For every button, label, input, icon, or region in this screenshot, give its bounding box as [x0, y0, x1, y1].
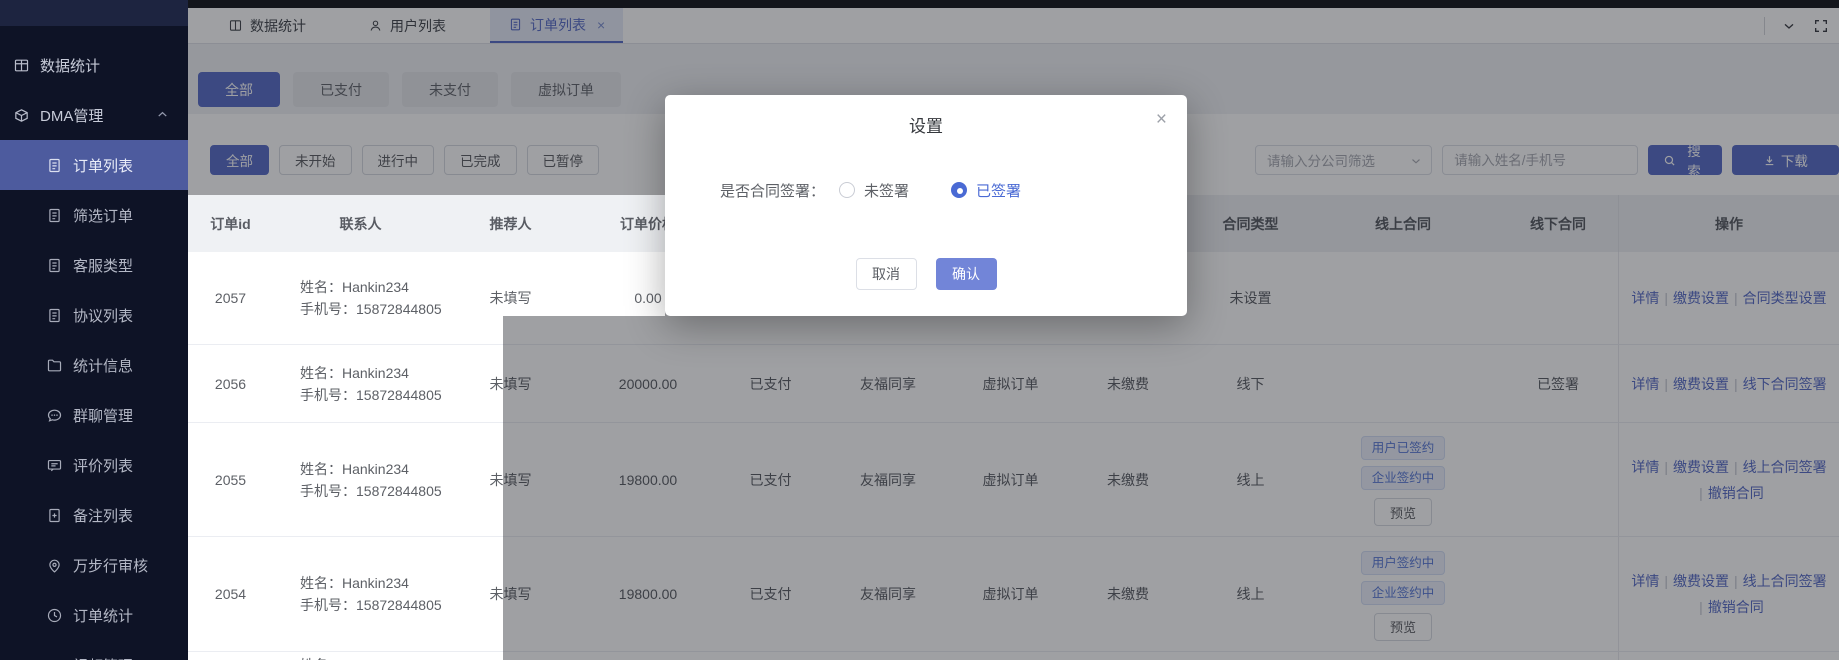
sidebar-item-label: DMA管理 [40, 105, 103, 126]
contract-signed-field-label: 是否合同签署： [720, 180, 825, 201]
cell-id: 2054 [188, 537, 273, 651]
sidebar-item-筛选订单[interactable]: 筛选订单 [0, 190, 188, 240]
sidebar-nav: 数据统计 DMA管理订单列表筛选订单客服类型协议列表统计信息群聊管理评价列表备注列… [0, 40, 188, 660]
sidebar-item-label: 视频管理 [73, 655, 133, 660]
cell-id [188, 652, 273, 660]
sidebar-item-评价列表[interactable]: 评价列表 [0, 440, 188, 490]
cancel-button[interactable]: 取消 [856, 258, 917, 290]
radio-option-label: 已签署 [976, 180, 1021, 201]
sidebar-item-label: 统计信息 [73, 355, 133, 376]
clock-icon [46, 607, 63, 624]
sidebar-item-DMA管理[interactable]: DMA管理 [0, 90, 188, 140]
comment-icon [46, 457, 63, 474]
sidebar-item-视频管理[interactable]: 视频管理 [0, 640, 188, 660]
dialog-form-row: 是否合同签署： 未签署 已签署 [720, 175, 1021, 205]
sidebar-item-订单列表[interactable]: 订单列表 [0, 140, 188, 190]
grid-icon [13, 57, 30, 74]
close-icon[interactable]: × [1156, 110, 1167, 129]
cell-contact: 姓名：Hankin234手机号：15872844805 [273, 345, 448, 422]
sidebar-item-label: 群聊管理 [73, 405, 133, 426]
sidebar-item-客服类型[interactable]: 客服类型 [0, 240, 188, 290]
cell-id: 2057 [188, 252, 273, 344]
sidebar-logo-strip [0, 0, 188, 26]
sidebar-item-label: 订单列表 [73, 155, 133, 176]
sidebar-item-label: 协议列表 [73, 305, 133, 326]
sidebar-item-群聊管理[interactable]: 群聊管理 [0, 390, 188, 440]
sidebar-item-label: 客服类型 [73, 255, 133, 276]
contact-name: 姓名：Hankin234 [300, 276, 450, 298]
cell-contact: 姓名：Hankin234 [273, 652, 448, 660]
contact-phone: 手机号：15872844805 [300, 480, 450, 502]
sidebar-spacer [0, 26, 188, 40]
sidebar-item-label: 筛选订单 [73, 205, 133, 226]
doc-icon [46, 307, 63, 324]
sidebar-item-label: 备注列表 [73, 505, 133, 526]
doc-icon [46, 157, 63, 174]
sidebar-item-label: 订单统计 [73, 605, 133, 626]
column-header-订单id: 订单id [188, 195, 273, 252]
cell-contact: 姓名：Hankin234手机号：15872844805 [273, 423, 448, 536]
pin-icon [46, 557, 63, 574]
settings-dialog: 设置 × 是否合同签署： 未签署 已签署 取消 确认 [665, 95, 1187, 316]
cell-contact: 姓名：Hankin234手机号：15872844805 [273, 537, 448, 651]
folder-icon [46, 357, 63, 374]
contact-name: 姓名：Hankin234 [300, 572, 450, 594]
sidebar-item-label: 万步行审核 [73, 555, 148, 576]
contract-signed-radio-group: 未签署 已签署 [825, 180, 1021, 201]
sidebar-item-统计信息[interactable]: 统计信息 [0, 340, 188, 390]
column-header-联系人: 联系人 [273, 195, 448, 252]
sidebar-item-label: 评价列表 [73, 455, 133, 476]
monitor-icon [46, 657, 63, 660]
radio-icon [951, 182, 967, 198]
sidebar-item-label: 数据统计 [40, 55, 100, 76]
doc-icon [46, 257, 63, 274]
radio-option-未签署[interactable]: 未签署 [839, 180, 909, 201]
box-icon [13, 107, 30, 124]
chevron-up-icon [155, 107, 170, 122]
radio-option-label: 未签署 [864, 180, 909, 201]
dialog-footer: 取消 确认 [665, 258, 1187, 290]
chat-icon [46, 407, 63, 424]
modal-backdrop [503, 316, 1839, 660]
dialog-title: 设置 [665, 95, 1187, 137]
column-header-推荐人: 推荐人 [448, 195, 573, 252]
cell-contact: 姓名：Hankin234手机号：15872844805 [273, 252, 448, 344]
contact-name: 姓名：Hankin234 [300, 458, 450, 480]
contact-name: 姓名：Hankin234 [300, 362, 450, 384]
cell-id: 2055 [188, 423, 273, 536]
contact-name: 姓名：Hankin234 [300, 654, 450, 660]
contact-phone: 手机号：15872844805 [300, 298, 450, 320]
doc-icon [46, 207, 63, 224]
contact-phone: 手机号：15872844805 [300, 594, 450, 616]
sidebar: 数据统计 DMA管理订单列表筛选订单客服类型协议列表统计信息群聊管理评价列表备注列… [0, 0, 188, 660]
doc-plus-icon [46, 507, 63, 524]
contact-phone: 手机号：15872844805 [300, 384, 450, 406]
radio-icon [839, 182, 855, 198]
sidebar-item-订单统计[interactable]: 订单统计 [0, 590, 188, 640]
sidebar-item-万步行审核[interactable]: 万步行审核 [0, 540, 188, 590]
sidebar-item-备注列表[interactable]: 备注列表 [0, 490, 188, 540]
radio-option-已签署[interactable]: 已签署 [951, 180, 1021, 201]
order-admin-app: 数据统计用户列表订单列表× 全部已支付未支付虚拟订单 全部未开始进行中已完成已暂… [0, 0, 1839, 660]
cell-id: 2056 [188, 345, 273, 422]
sidebar-item-协议列表[interactable]: 协议列表 [0, 290, 188, 340]
sidebar-item-数据统计[interactable]: 数据统计 [0, 40, 188, 90]
confirm-button[interactable]: 确认 [936, 258, 997, 290]
